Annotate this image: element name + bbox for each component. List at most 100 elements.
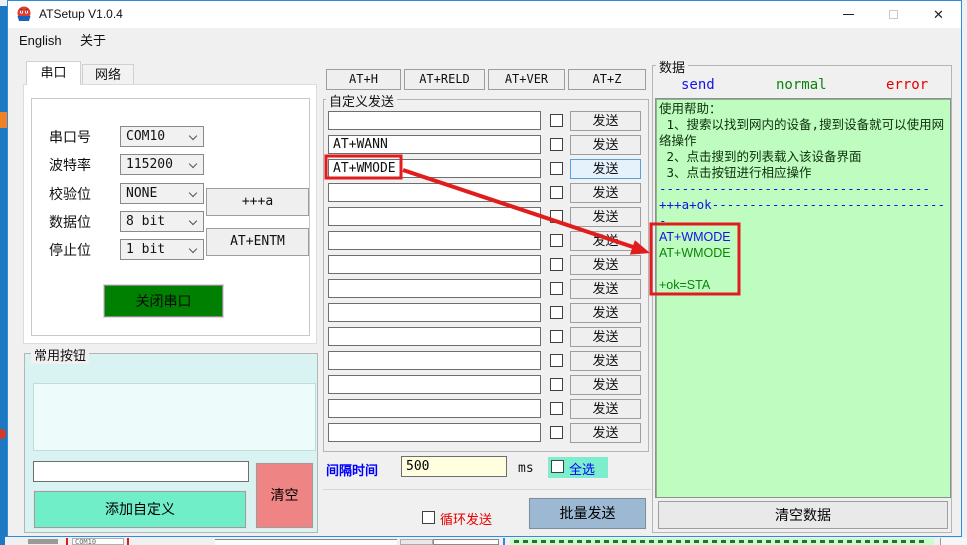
custom-send-input[interactable] [328, 327, 541, 346]
log-line: 使用帮助： [659, 101, 947, 117]
custom-send-checkbox[interactable] [550, 258, 563, 271]
send-button[interactable]: 发送 [570, 327, 641, 347]
send-button[interactable]: 发送 [570, 135, 641, 155]
custom-send-checkbox[interactable] [550, 402, 563, 415]
custom-send-row: 发送 [328, 423, 643, 443]
background-strip-border [503, 538, 505, 545]
custom-send-row: 发送 [328, 231, 643, 251]
tab-serial[interactable]: 串口 [26, 61, 81, 85]
custom-send-input[interactable] [328, 207, 541, 226]
send-button[interactable]: 发送 [570, 255, 641, 275]
loop-send-checkbox[interactable] [422, 511, 435, 524]
send-button[interactable]: 发送 [570, 375, 641, 395]
custom-send-input[interactable] [328, 399, 541, 418]
custom-send-input[interactable] [328, 255, 541, 274]
send-button[interactable]: 发送 [570, 231, 641, 251]
clear-common-button[interactable]: 清空 [256, 463, 313, 528]
log-line: 2、点击搜到的列表载入该设备界面 [659, 149, 947, 165]
send-button[interactable]: 发送 [570, 399, 641, 419]
send-button[interactable]: 发送 [570, 183, 641, 203]
field-combo-3[interactable]: 8 bit [120, 211, 204, 232]
close-button[interactable]: ✕ [916, 1, 961, 28]
common-buttons-list[interactable] [33, 383, 316, 451]
at-ver-button[interactable]: AT+VER [488, 69, 565, 90]
background-strip-border [0, 537, 5, 545]
custom-send-input[interactable] [328, 423, 541, 442]
custom-send-checkbox[interactable] [550, 210, 563, 223]
custom-send-input[interactable] [328, 183, 541, 202]
chevron-down-icon [189, 245, 197, 253]
background-strip-combo: COM10 [72, 538, 124, 545]
at-z-button[interactable]: AT+Z [568, 69, 646, 90]
send-button[interactable]: 发送 [570, 207, 641, 227]
custom-send-checkbox[interactable] [550, 378, 563, 391]
minimize-icon [843, 14, 854, 15]
custom-send-input[interactable] [328, 279, 541, 298]
background-window-edge-orange [0, 112, 7, 128]
send-button[interactable]: 发送 [570, 159, 641, 179]
data-log-lines: 使用帮助： 1、搜索以找到网内的设备,搜到设备就可以使用网络操作 2、点击搜到的… [659, 101, 947, 495]
interval-input[interactable]: 500 [401, 456, 507, 477]
select-all-checkbox[interactable] [551, 460, 564, 473]
field-combo-value: 8 bit [121, 214, 165, 229]
select-all-chip: 全选 [548, 457, 608, 478]
menu-about[interactable]: 关于 [80, 28, 106, 54]
send-button[interactable]: 发送 [570, 423, 641, 443]
custom-send-input[interactable] [328, 375, 541, 394]
custom-send-checkbox[interactable] [550, 114, 563, 127]
field-combo-0[interactable]: COM10 [120, 126, 204, 147]
send-button[interactable]: 发送 [570, 303, 641, 323]
legend-normal: normal [776, 77, 827, 93]
custom-send-input[interactable] [328, 231, 541, 250]
field-combo-2[interactable]: NONE [120, 183, 204, 204]
background-strip-box [940, 538, 967, 545]
log-line: - [659, 213, 947, 229]
background-strip-box [400, 539, 433, 545]
close-serial-button[interactable]: 关闭串口 [104, 285, 223, 317]
custom-send-row: 发送 [328, 399, 643, 419]
custom-send-checkbox[interactable] [550, 426, 563, 439]
custom-send-checkbox[interactable] [550, 162, 563, 175]
add-custom-button[interactable]: 添加自定义 [34, 491, 246, 528]
menu-english[interactable]: English [19, 28, 62, 54]
maximize-button[interactable] [871, 1, 916, 28]
legend-error: error [886, 77, 928, 93]
custom-send-input[interactable]: AT+WANN [328, 135, 541, 154]
custom-send-input[interactable] [328, 303, 541, 322]
send-button[interactable]: 发送 [570, 351, 641, 371]
background-window-edge-icon [0, 429, 6, 439]
common-command-input[interactable] [33, 461, 249, 482]
background-strip-label [28, 539, 58, 544]
custom-send-checkbox[interactable] [550, 330, 563, 343]
plus-a-button[interactable]: +++a [206, 188, 309, 216]
custom-send-checkbox[interactable] [550, 306, 563, 319]
at-reld-button[interactable]: AT+RELD [404, 69, 485, 90]
send-button[interactable]: 发送 [570, 279, 641, 299]
batch-send-button[interactable]: 批量发送 [529, 498, 646, 529]
background-strip-box [433, 539, 499, 545]
clear-data-button[interactable]: 清空数据 [658, 501, 948, 529]
custom-send-row: 发送 [328, 327, 643, 347]
custom-send-input[interactable]: AT+WMODE [328, 159, 541, 178]
custom-send-rows: 发送AT+WANN发送AT+WMODE发送发送发送发送发送发送发送发送发送发送发… [328, 111, 643, 447]
chevron-down-icon [189, 217, 197, 225]
log-line: 1、搜索以找到网内的设备,搜到设备就可以使用网 [659, 117, 947, 133]
custom-send-checkbox[interactable] [550, 282, 563, 295]
menubar [8, 28, 961, 54]
custom-send-checkbox[interactable] [550, 186, 563, 199]
custom-send-input[interactable] [328, 351, 541, 370]
minimize-button[interactable] [826, 1, 871, 28]
custom-send-input[interactable] [328, 111, 541, 130]
maximize-icon [889, 10, 898, 19]
custom-send-checkbox[interactable] [550, 138, 563, 151]
field-combo-4[interactable]: 1 bit [120, 239, 204, 260]
field-combo-1[interactable]: 115200 [120, 154, 204, 175]
custom-send-checkbox[interactable] [550, 234, 563, 247]
custom-send-row: 发送 [328, 111, 643, 131]
custom-send-checkbox[interactable] [550, 354, 563, 367]
send-button[interactable]: 发送 [570, 111, 641, 131]
tab-network[interactable]: 网络 [82, 64, 134, 85]
background-window-edge [0, 6, 7, 537]
at-entm-button[interactable]: AT+ENTM [206, 228, 309, 256]
at-h-button[interactable]: AT+H [326, 69, 401, 90]
